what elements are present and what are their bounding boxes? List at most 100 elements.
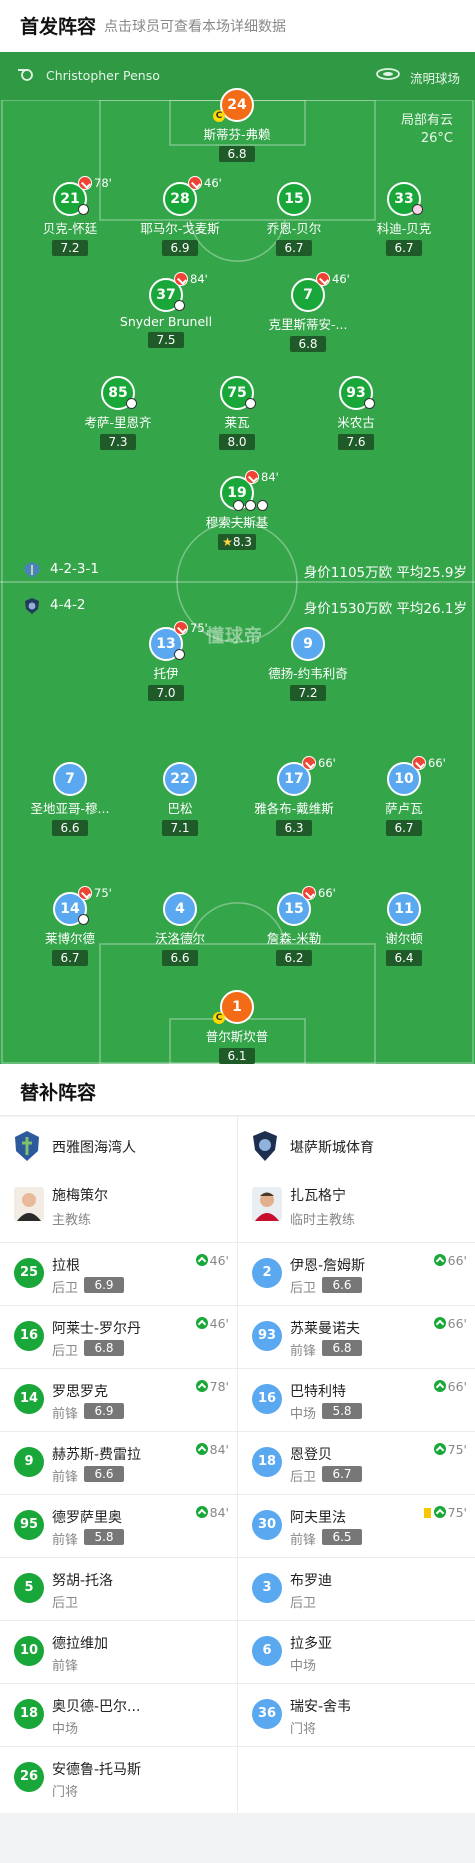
player-rating-value: 8.3 (232, 535, 252, 549)
player-away-4[interactable]: 4 沃洛德尔 6.6 (120, 892, 240, 966)
sub-minute: 84' (261, 470, 279, 484)
sub-player-name: 赫苏斯-费雷拉 (52, 1447, 142, 1463)
sub-player-row[interactable]: 10 德拉维加 前锋 (0, 1621, 237, 1684)
yellow-card-icon (423, 1508, 431, 1518)
sub-player-row[interactable]: 18 奥贝德-巴尔... 中场 (0, 1684, 237, 1747)
coach-role: 临时主教练 (290, 1213, 356, 1228)
sub-player-row[interactable]: 26 安德鲁-托马斯 门将 (0, 1747, 237, 1810)
sub-out-icon (78, 886, 92, 900)
player-home-15[interactable]: 15 乔恩-贝尔 6.7 (234, 182, 354, 256)
sub-player-number: 16 (14, 1321, 44, 1351)
sub-player-position: 前锋 (52, 1470, 79, 1485)
player-name: 克里斯蒂安-... (268, 317, 348, 332)
away-team-name: 堪萨斯城体育 (290, 1140, 374, 1156)
player-rating: 7.2 (52, 240, 88, 256)
sub-player-position: 门将 (52, 1785, 79, 1800)
home-team-header[interactable]: 西雅图海湾人 (0, 1117, 237, 1173)
player-home-75[interactable]: 75 莱瓦 8.0 (177, 376, 297, 450)
sub-out-icon (302, 756, 316, 770)
sub-player-rating: 6.7 (322, 1466, 362, 1482)
away-bench: 堪萨斯城体育 扎瓦格宁 临时主教练 2 伊恩-詹姆斯 后卫 6.6 66' 93… (238, 1117, 475, 1747)
player-home-37[interactable]: 37 84' Snyder Brunell 7.5 (106, 272, 226, 348)
bench: 西雅图海湾人 施梅策尔 主教练 25 拉根 后卫 6.9 46' 16 阿莱士-… (0, 1117, 475, 1813)
sub-out-icon (174, 621, 188, 635)
player-away-14[interactable]: 14 75' 莱博尔德 6.7 (10, 886, 130, 966)
sub-player-position: 后卫 (52, 1596, 79, 1611)
player-away-9[interactable]: 9 德扬-约韦利奇 7.2 (248, 627, 368, 701)
player-home-21[interactable]: 21 78' 贝克-怀廷 7.2 (10, 176, 130, 256)
venue-name: 流明球场 (410, 71, 461, 86)
sub-player-rating: 6.6 (322, 1277, 362, 1293)
coach-name: 施梅策尔 (52, 1188, 108, 1204)
sub-player-row[interactable]: 30 阿夫里法 前锋 6.5 75' (238, 1495, 475, 1558)
home-coach[interactable]: 施梅策尔 主教练 (0, 1173, 237, 1243)
sub-player-row[interactable]: 18 恩登贝 后卫 6.7 75' (238, 1432, 475, 1495)
player-home-28[interactable]: 28 46' 耶马尔-戈麦斯 6.9 (120, 176, 240, 256)
sub-player-position: 中场 (290, 1407, 317, 1422)
sub-player-number: 26 (14, 1762, 44, 1792)
sub-player-name: 伊恩-詹姆斯 (290, 1258, 366, 1274)
sub-player-position: 前锋 (290, 1344, 317, 1359)
player-number: 1 (220, 990, 254, 1024)
player-rating: 6.7 (386, 820, 422, 836)
sub-player-position: 前锋 (290, 1533, 317, 1548)
sub-player-number: 3 (252, 1573, 282, 1603)
player-away-1[interactable]: 1 C 普尔斯坎普 6.1 (177, 990, 297, 1064)
player-home-19[interactable]: 19 84' 穆索夫斯基 ★8.3 (177, 470, 297, 550)
sub-out-icon (188, 176, 202, 190)
player-name: 德扬-约韦利奇 (268, 666, 348, 681)
sub-player-position: 中场 (290, 1659, 317, 1674)
sub-in-time: 75' (423, 1505, 467, 1520)
player-home-33[interactable]: 33 科迪-贝克 6.7 (344, 182, 464, 256)
sub-in-icon (433, 1380, 446, 1392)
sub-player-position: 前锋 (52, 1659, 79, 1674)
sub-in-time: 78' (195, 1379, 229, 1394)
sub-player-row[interactable]: 14 罗思罗克 前锋 6.9 78' (0, 1369, 237, 1432)
sub-minute: 46' (204, 176, 222, 190)
player-rating: 8.0 (219, 434, 255, 450)
away-team-header[interactable]: 堪萨斯城体育 (238, 1117, 475, 1173)
sub-player-row[interactable]: 6 拉多亚 中场 (238, 1621, 475, 1684)
player-away-7[interactable]: 7 圣地亚哥-穆... 6.6 (10, 762, 130, 836)
sub-player-row[interactable]: 16 巴特利特 中场 5.8 66' (238, 1369, 475, 1432)
player-away-15[interactable]: 15 66' 詹森-米勒 6.2 (234, 886, 354, 966)
player-name: 谢尔顿 (385, 931, 423, 946)
player-home-93[interactable]: 93 米农古 7.6 (296, 376, 416, 450)
sub-player-row[interactable]: 16 阿莱士-罗尔丹 后卫 6.8 46' (0, 1306, 237, 1369)
sub-player-rating: 6.8 (322, 1340, 362, 1356)
assist-icon (78, 914, 89, 925)
sub-player-row[interactable]: 36 瑞安-舍韦 门将 (238, 1684, 475, 1747)
sub-player-row[interactable]: 25 拉根 后卫 6.9 46' (0, 1243, 237, 1306)
sub-player-row[interactable]: 5 努胡-托洛 后卫 (0, 1558, 237, 1621)
player-away-17[interactable]: 17 66' 雅各布-戴维斯 6.3 (234, 756, 354, 836)
player-name: 乔恩-贝尔 (266, 221, 322, 236)
player-home-24[interactable]: 24 C 斯蒂芬-弗赖 6.8 (177, 88, 297, 162)
sub-player-row[interactable]: 95 德罗萨里奥 前锋 5.8 84' (0, 1495, 237, 1558)
sub-in-minute: 46' (209, 1253, 229, 1268)
player-number: 7 (53, 762, 87, 796)
sub-player-rating: 6.8 (84, 1340, 124, 1356)
player-home-7[interactable]: 7 46' 克里斯蒂安-... 6.8 (248, 272, 368, 352)
assist-icon (257, 500, 268, 511)
sub-player-row[interactable]: 9 赫苏斯-费雷拉 前锋 6.6 84' (0, 1432, 237, 1495)
sub-minute: 66' (318, 886, 336, 900)
player-away-13[interactable]: 13 75' 托伊 7.0 (106, 621, 226, 701)
home-team-row: 4-2-3-1 身价1105万欧 平均25.9岁 (0, 558, 475, 582)
sub-in-minute: 66' (447, 1316, 467, 1331)
lineup-header: 首发阵容 点击球员可查看本场详细数据 (0, 0, 475, 52)
player-away-11[interactable]: 11 谢尔顿 6.4 (344, 892, 464, 966)
player-away-10[interactable]: 10 66' 萨卢瓦 6.7 (344, 756, 464, 836)
sub-player-position: 前锋 (52, 1407, 79, 1422)
player-rating: 6.7 (276, 240, 312, 256)
sub-player-row[interactable]: 93 苏莱曼诺夫 前锋 6.8 66' (238, 1306, 475, 1369)
sub-player-number: 16 (252, 1384, 282, 1414)
sub-player-name: 拉根 (52, 1258, 80, 1274)
sub-player-row[interactable]: 3 布罗迪 后卫 (238, 1558, 475, 1621)
player-away-22[interactable]: 22 巴松 7.1 (120, 762, 240, 836)
sub-out-icon (78, 176, 92, 190)
goal-icon (233, 500, 244, 511)
sub-in-minute: 46' (209, 1316, 229, 1331)
player-home-85[interactable]: 85 考萨-里恩齐 7.3 (58, 376, 178, 450)
away-coach[interactable]: 扎瓦格宁 临时主教练 (238, 1173, 475, 1243)
sub-player-row[interactable]: 2 伊恩-詹姆斯 后卫 6.6 66' (238, 1243, 475, 1306)
